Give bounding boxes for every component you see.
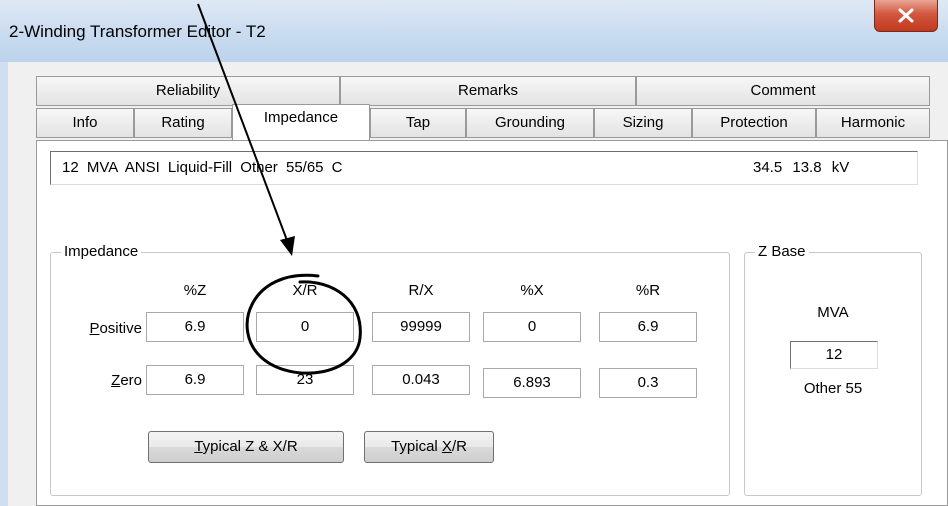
typical-xr-button[interactable]: Typical X/R [364, 431, 494, 463]
row-label-zero: Zero [72, 372, 142, 389]
zero-pct-r-field[interactable]: 0.3 [599, 368, 697, 398]
zero-r-x-field[interactable]: 0.043 [372, 365, 470, 395]
window-title: 2-Winding Transformer Editor - T2 [9, 22, 266, 41]
tab-impedance[interactable]: Impedance [232, 104, 370, 140]
transformer-editor-window: 2-Winding Transformer Editor - T2 Reliab… [0, 0, 948, 506]
positive-pct-r-field[interactable]: 6.9 [599, 312, 697, 342]
column-header-pct-x: %X [520, 282, 544, 299]
positive-label-rest: ositive [99, 320, 142, 337]
transformer-description-box: 12 MVA ANSI Liquid-Fill Other 55/65 C 34… [50, 151, 918, 185]
typical-z-xr-label: ypical Z & X/R [202, 438, 298, 455]
transformer-description: 12 MVA ANSI Liquid-Fill Other 55/65 C [62, 159, 343, 176]
column-header-r-x: R/X [408, 282, 434, 299]
row-label-positive: Positive [72, 320, 142, 337]
column-header-pct-r: %R [635, 282, 661, 299]
zbase-group-legend: Z Base [755, 243, 809, 260]
typical-xr-mnemonic: X [441, 438, 452, 455]
window-frame-left [0, 62, 8, 506]
tab-rating[interactable]: Rating [134, 108, 232, 138]
tab-remarks[interactable]: Remarks [340, 76, 636, 106]
zero-pct-x-field[interactable]: 6.893 [483, 368, 581, 398]
tab-harmonic[interactable]: Harmonic [816, 108, 930, 138]
tab-reliability[interactable]: Reliability [36, 76, 340, 106]
zero-x-r-field[interactable]: 23 [256, 365, 354, 395]
tab-sizing[interactable]: Sizing [594, 108, 692, 138]
title-bar[interactable]: 2-Winding Transformer Editor - T2 [0, 0, 948, 62]
positive-mnemonic: P [89, 320, 100, 337]
zero-mnemonic: Z [111, 372, 121, 389]
typical-z-xr-button[interactable]: Typical Z & X/R [148, 431, 344, 463]
zbase-mva-label: MVA [817, 304, 849, 321]
positive-pct-x-field[interactable]: 0 [483, 312, 581, 342]
close-button[interactable] [874, 0, 938, 32]
zbase-group [744, 252, 922, 496]
close-icon [898, 8, 914, 23]
positive-x-r-field[interactable]: 0 [256, 312, 354, 342]
typical-xr-label-pre: Typical [391, 438, 442, 455]
impedance-group-legend: Impedance [61, 243, 142, 260]
positive-pct-z-field[interactable]: 6.9 [146, 312, 244, 342]
column-header-pct-z: %Z [183, 282, 207, 299]
transformer-voltage: 34.5 13.8 kV [753, 159, 850, 176]
zero-label-rest: ero [120, 372, 142, 389]
typical-xr-label-rest: /R [451, 438, 467, 455]
tab-comment[interactable]: Comment [636, 76, 930, 106]
tab-grounding[interactable]: Grounding [466, 108, 594, 138]
column-header-x-r: X/R [292, 282, 318, 299]
tab-protection[interactable]: Protection [692, 108, 816, 138]
tab-tap[interactable]: Tap [370, 108, 466, 138]
zero-pct-z-field[interactable]: 6.9 [146, 365, 244, 395]
positive-r-x-field[interactable]: 99999 [372, 312, 470, 342]
zbase-note: Other 55 [803, 380, 863, 397]
tab-info[interactable]: Info [36, 108, 134, 138]
typical-z-xr-mnemonic: T [194, 438, 203, 455]
zbase-mva-value: 12 [790, 341, 878, 369]
